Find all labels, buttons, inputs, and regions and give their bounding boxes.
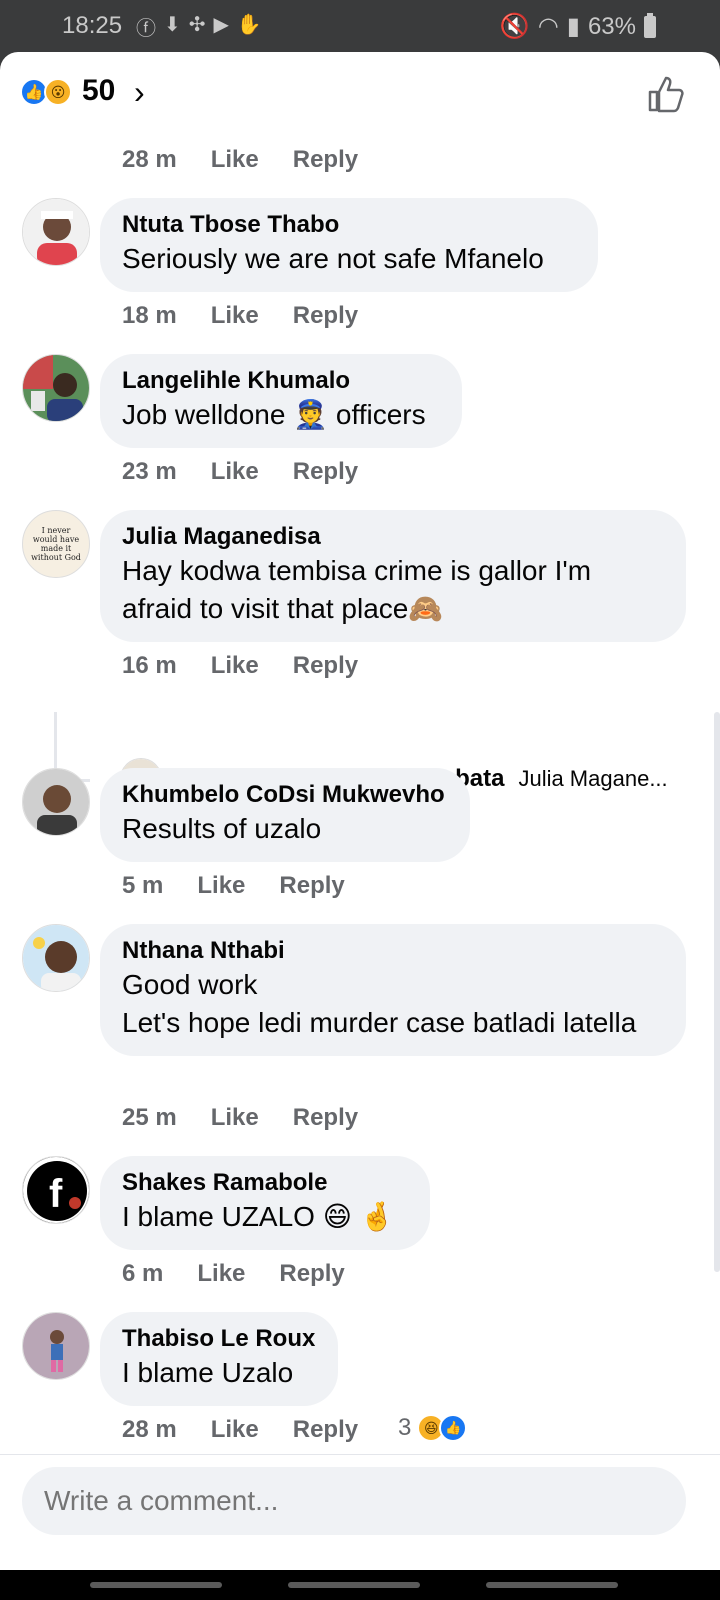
comment-meta: 5 m Like Reply: [122, 872, 345, 900]
comment-text: Results of uzalo: [122, 813, 322, 844]
app-icon: ✣: [188, 14, 206, 36]
comment-time: 18 m: [122, 302, 177, 329]
facebook-icon: ⓕ: [136, 18, 156, 40]
reply-link[interactable]: Reply: [279, 1260, 344, 1288]
nav-recent-button[interactable]: [90, 1582, 222, 1588]
commenter-name[interactable]: Langelihle Khumalo: [122, 366, 440, 396]
avatar[interactable]: [22, 1312, 90, 1380]
comment-bubble[interactable]: Ntuta Tbose Thabo Seriously we are not s…: [100, 198, 598, 292]
reaction-count: 3: [398, 1414, 412, 1441]
comment-time: 6 m: [122, 1260, 164, 1287]
commenter-name[interactable]: Thabiso Le Roux: [122, 1324, 316, 1354]
status-time: 18:25: [62, 12, 123, 39]
status-right: 🔇 ◠ ▮ 63%: [500, 12, 656, 41]
comment-bubble[interactable]: Thabiso Le Roux I blame Uzalo: [100, 1312, 338, 1406]
system-nav-bar: [0, 1570, 720, 1600]
reply-link[interactable]: Reply: [293, 458, 358, 486]
reactions-header[interactable]: 👍 😮 50 ›: [0, 52, 720, 136]
reply-link[interactable]: Reply: [293, 1416, 358, 1444]
like-link[interactable]: Like: [211, 1416, 259, 1444]
comment-input[interactable]: [22, 1467, 686, 1535]
comment-time: 5 m: [122, 872, 164, 899]
comment-time: 28 m: [122, 1416, 177, 1443]
battery-icon: [644, 12, 656, 38]
comment-meta: 28 m Like Reply: [122, 1416, 358, 1444]
commenter-name[interactable]: Khumbelo CoDsi Mukwevho: [122, 780, 448, 810]
comment-bubble[interactable]: Shakes Ramabole I blame UZALO 😄 🤞: [100, 1156, 430, 1250]
avatar-quote: I never would have made it without God: [31, 526, 81, 562]
commenter-name[interactable]: Shakes Ramabole: [122, 1168, 408, 1198]
comment-bubble[interactable]: Nthana Nthabi Good work Let's hope ledi …: [100, 924, 686, 1056]
comment-meta: 23 m Like Reply: [122, 458, 358, 486]
avatar[interactable]: [22, 354, 90, 422]
comment-time: 23 m: [122, 458, 177, 485]
like-link[interactable]: Like: [197, 872, 245, 900]
like-link[interactable]: Like: [211, 302, 259, 330]
comment-bubble[interactable]: Langelihle Khumalo Job welldone 👮 office…: [100, 354, 462, 448]
avatar[interactable]: I never would have made it without God: [22, 510, 90, 578]
reply-link[interactable]: Reply: [279, 872, 344, 900]
download-icon: ⬇: [164, 14, 181, 36]
avatar[interactable]: [22, 198, 90, 266]
like-reaction-icon: 👍: [439, 1414, 468, 1442]
avatar[interactable]: f: [22, 1156, 90, 1224]
nav-home-button[interactable]: [288, 1582, 420, 1588]
comment-text: Job welldone 👮 officers: [122, 399, 426, 430]
reply-link[interactable]: Reply: [293, 1104, 358, 1132]
comment-text: Good work Let's hope ledi murder case ba…: [122, 969, 637, 1038]
comment-meta: 25 m Like Reply: [122, 1104, 358, 1132]
wow-reaction-icon: 😮: [44, 78, 72, 106]
chevron-right-icon[interactable]: ›: [134, 74, 145, 111]
signal-icon: ▮: [566, 13, 580, 40]
hand-icon: ✋: [236, 14, 262, 36]
svg-text:f: f: [49, 1172, 63, 1216]
comment-meta: 16 m Like Reply: [122, 652, 358, 680]
commenter-name[interactable]: Ntuta Tbose Thabo: [122, 210, 576, 240]
youtube-icon: ▶: [213, 14, 229, 36]
reply-text: Julia Magane...: [518, 766, 668, 791]
comment-meta: 28 m Like Reply: [122, 146, 358, 174]
comment-reactions[interactable]: 3 😆 👍: [398, 1414, 468, 1442]
scrollbar[interactable]: [714, 712, 720, 1272]
reaction-count: 50: [82, 74, 116, 107]
reply-link[interactable]: Reply: [293, 652, 358, 680]
comment-time: 28 m: [122, 146, 177, 173]
reply-link[interactable]: Reply: [293, 146, 358, 174]
comment-bubble[interactable]: Julia Maganedisa Hay kodwa tembisa crime…: [100, 510, 686, 642]
wifi-icon: ◠: [537, 13, 559, 40]
like-link[interactable]: Like: [197, 1260, 245, 1288]
reply-link[interactable]: Reply: [293, 302, 358, 330]
notification-icons: ⓕ ⬇ ✣ ▶ ✋: [136, 12, 262, 41]
comment-text: Seriously we are not safe Mfanelo: [122, 243, 544, 274]
comment-text: Hay kodwa tembisa crime is gallor I'm af…: [122, 555, 592, 624]
like-link[interactable]: Like: [211, 652, 259, 680]
mute-icon: 🔇: [499, 13, 530, 40]
avatar[interactable]: [22, 924, 90, 992]
battery-percent: 63%: [587, 12, 636, 40]
comment-text: I blame UZALO 😄 🤞: [122, 1201, 395, 1232]
like-link[interactable]: Like: [211, 458, 259, 486]
like-button-icon[interactable]: [646, 74, 686, 114]
comment-text: I blame Uzalo: [122, 1357, 294, 1388]
comment-composer: [0, 1454, 720, 1570]
avatar[interactable]: [22, 768, 90, 836]
comment-time: 25 m: [122, 1104, 177, 1131]
comments-sheet: 👍 😮 50 › 28 m Like Reply Ntuta Tbose Tha…: [0, 52, 720, 1570]
nav-back-button[interactable]: [486, 1582, 618, 1588]
comment-time: 16 m: [122, 652, 177, 679]
comment-meta: 6 m Like Reply: [122, 1260, 345, 1288]
commenter-name[interactable]: Nthana Nthabi: [122, 936, 664, 966]
commenter-name[interactable]: Julia Maganedisa: [122, 522, 664, 552]
like-link[interactable]: Like: [211, 146, 259, 174]
like-link[interactable]: Like: [211, 1104, 259, 1132]
comment-meta: 18 m Like Reply: [122, 302, 358, 330]
comment-bubble[interactable]: Khumbelo CoDsi Mukwevho Results of uzalo: [100, 768, 470, 862]
status-bar: 18:25 ⓕ ⬇ ✣ ▶ ✋ 🔇 ◠ ▮ 63%: [0, 0, 720, 52]
